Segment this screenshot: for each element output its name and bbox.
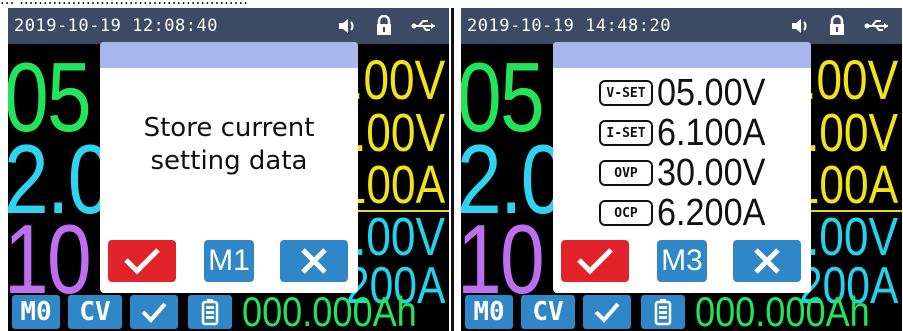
status-bar: 2019-10-19 14:48:20 [461, 8, 902, 44]
setting-value: 30.00V [657, 152, 766, 194]
settings-dialog: V-SET 05.00V I-SET 6.100A OVP 30.00V OCP… [553, 42, 811, 293]
check-icon [141, 302, 167, 323]
message-line-1: Store current [143, 113, 315, 143]
capacity-readout: 000.000Ah [242, 288, 417, 331]
cancel-button[interactable] [280, 240, 348, 282]
setting-value: 05.00V [657, 72, 766, 114]
right-value-1: .00V [350, 48, 445, 111]
cancel-button[interactable] [733, 240, 801, 282]
check-icon [124, 248, 160, 275]
status-bar: 2019-10-19 12:08:40 [8, 8, 449, 44]
confirm-button[interactable] [561, 240, 629, 282]
usb-icon [864, 16, 890, 36]
check-icon [577, 248, 613, 275]
bottom-bar: M0 CV 000.000Ah [461, 291, 902, 331]
setting-tag: OCP [599, 200, 653, 226]
setting-tag: I-SET [599, 120, 653, 146]
message-line-2: setting data [150, 146, 308, 176]
speaker-icon [790, 16, 810, 36]
check-chip[interactable] [130, 295, 178, 329]
lock-icon [828, 15, 846, 37]
store-dialog: Store current setting data M1 [100, 42, 358, 293]
close-icon [754, 248, 780, 274]
setting-row-vset: V-SET 05.00V [599, 74, 777, 112]
right-value-2: .00V [806, 103, 898, 163]
close-icon [301, 248, 327, 274]
right-value-1: .00V [803, 48, 898, 111]
check-chip[interactable] [583, 295, 631, 329]
right-value-2: .00V [353, 103, 445, 163]
right-value-4: .00V [353, 207, 445, 267]
setting-row-ovp: OVP 30.00V [599, 154, 777, 192]
memory-mode-chip[interactable]: M0 [12, 295, 60, 329]
setting-tag: OVP [599, 160, 653, 186]
dialog-header [553, 42, 811, 68]
setting-value: 6.200A [657, 192, 766, 234]
screen-divider [451, 8, 454, 331]
setting-row-ocp: OCP 6.200A [599, 194, 777, 232]
bottom-bar: M0 CV 000.000Ah [8, 291, 449, 331]
battery-icon [201, 299, 219, 326]
cv-mode-chip[interactable]: CV [521, 295, 575, 329]
memory-mode-chip[interactable]: M0 [465, 295, 513, 329]
check-icon [594, 302, 620, 323]
device-screen-right: 2019-10-19 14:48:20 05 2.0 10 .00V .00V … [461, 8, 902, 331]
setting-value: 6.100A [657, 112, 766, 154]
capacity-readout: 000.000Ah [695, 288, 870, 331]
datetime: 2019-10-19 14:48:20 [467, 16, 671, 36]
battery-icon [654, 299, 672, 326]
battery-chip[interactable] [188, 295, 232, 329]
confirm-button[interactable] [108, 240, 176, 282]
right-value-4: .00V [806, 207, 898, 267]
memory-slot-button[interactable]: M3 [657, 240, 707, 282]
cv-mode-chip[interactable]: CV [68, 295, 122, 329]
memory-slot-button[interactable]: M1 [204, 240, 254, 282]
device-screen-left: 2019-10-19 12:08:40 05 2.0 10 .00V .00V … [8, 8, 449, 331]
setting-row-iset: I-SET 6.100A [599, 114, 777, 152]
setting-tag: V-SET [599, 80, 653, 106]
usb-icon [411, 16, 437, 36]
dialog-message: Store current setting data [100, 112, 358, 178]
battery-chip[interactable] [641, 295, 685, 329]
dialog-header [100, 42, 358, 68]
speaker-icon [337, 16, 357, 36]
lock-icon [375, 15, 393, 37]
datetime: 2019-10-19 12:08:40 [14, 16, 218, 36]
